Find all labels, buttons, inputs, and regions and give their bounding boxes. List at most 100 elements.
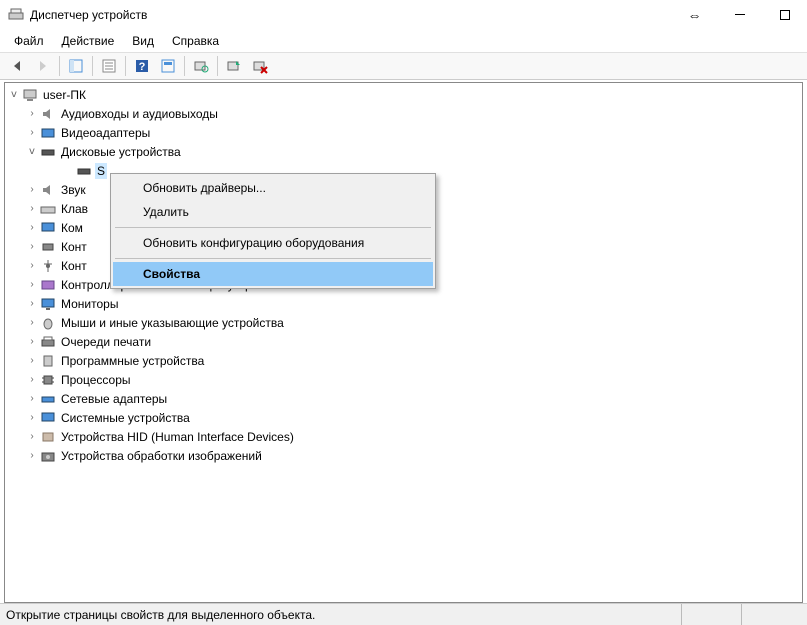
menu-view[interactable]: Вид bbox=[124, 31, 162, 51]
tree-item-software[interactable]: › Программные устройства bbox=[5, 351, 802, 370]
tree-item-hid[interactable]: › Устройства HID (Human Interface Device… bbox=[5, 427, 802, 446]
expander-icon[interactable]: › bbox=[25, 431, 39, 442]
tree-item-label: Видеоадаптеры bbox=[59, 125, 152, 141]
expander-icon[interactable]: › bbox=[25, 222, 39, 233]
expander-icon[interactable]: › bbox=[25, 393, 39, 404]
menu-action[interactable]: Действие bbox=[54, 31, 123, 51]
tree-item-network[interactable]: › Сетевые адаптеры bbox=[5, 389, 802, 408]
ctx-item-label: Удалить bbox=[143, 205, 189, 219]
printer-icon bbox=[40, 334, 56, 350]
tree-item-imaging[interactable]: › Устройства обработки изображений bbox=[5, 446, 802, 465]
display-adapter-icon bbox=[40, 125, 56, 141]
ctx-item-label: Обновить драйверы... bbox=[143, 181, 266, 195]
tree-item-monitor[interactable]: › Мониторы bbox=[5, 294, 802, 313]
tree-item-mouse[interactable]: › Мыши и иные указывающие устройства bbox=[5, 313, 802, 332]
software-device-icon bbox=[40, 353, 56, 369]
uninstall-button[interactable] bbox=[248, 54, 272, 78]
expander-icon[interactable]: › bbox=[25, 450, 39, 461]
ctx-separator bbox=[115, 227, 431, 228]
expander-icon[interactable]: › bbox=[25, 108, 39, 119]
tree-item-label: Аудиовходы и аудиовыходы bbox=[59, 106, 220, 122]
disk-drive-icon bbox=[76, 163, 92, 179]
expander-icon[interactable]: › bbox=[25, 298, 39, 309]
audio-icon bbox=[40, 106, 56, 122]
scan-hardware-button[interactable] bbox=[189, 54, 213, 78]
tree-item-label: Процессоры bbox=[59, 372, 133, 388]
monitor-icon bbox=[40, 296, 56, 312]
expander-icon[interactable]: › bbox=[25, 412, 39, 423]
tree-item-label: Дисковые устройства bbox=[59, 144, 183, 160]
tree-item-disk[interactable]: ⅴ Дисковые устройства bbox=[5, 142, 802, 161]
expander-icon[interactable]: › bbox=[25, 374, 39, 385]
tree-item-label: Конт bbox=[59, 258, 89, 274]
toolbar-button[interactable] bbox=[156, 54, 180, 78]
toolbar-separator bbox=[59, 56, 60, 76]
ctx-properties[interactable]: Свойства bbox=[113, 262, 433, 286]
ctx-update-driver[interactable]: Обновить драйверы... bbox=[113, 176, 433, 200]
expander-icon[interactable]: › bbox=[25, 317, 39, 328]
disk-icon bbox=[40, 144, 56, 160]
tree-item-label: Системные устройства bbox=[59, 410, 192, 426]
ctx-delete[interactable]: Удалить bbox=[113, 200, 433, 224]
forward-button[interactable] bbox=[31, 54, 55, 78]
titlebar: Диспетчер устройств ⇔ bbox=[0, 0, 807, 30]
tree-item-label: Мониторы bbox=[59, 296, 120, 312]
tree-item-label: Устройства обработки изображений bbox=[59, 448, 264, 464]
expander-icon[interactable]: › bbox=[25, 355, 39, 366]
tree-item-label: Клав bbox=[59, 201, 90, 217]
controller-icon bbox=[40, 239, 56, 255]
tree-item-label: S bbox=[95, 163, 107, 179]
ctx-scan-hardware[interactable]: Обновить конфигурацию оборудования bbox=[113, 231, 433, 255]
device-manager-icon bbox=[8, 7, 24, 23]
system-device-icon bbox=[40, 410, 56, 426]
tree-item-video[interactable]: › Видеоадаптеры bbox=[5, 123, 802, 142]
properties-button[interactable] bbox=[97, 54, 121, 78]
ctx-item-label: Свойства bbox=[143, 267, 200, 281]
expander-icon[interactable]: ⅴ bbox=[7, 89, 21, 100]
network-icon bbox=[40, 391, 56, 407]
mouse-icon bbox=[40, 315, 56, 331]
tree-item-label: Звук bbox=[59, 182, 88, 198]
expander-icon[interactable]: › bbox=[25, 260, 39, 271]
update-driver-button[interactable] bbox=[222, 54, 246, 78]
keyboard-icon bbox=[40, 201, 56, 217]
menu-help[interactable]: Справка bbox=[164, 31, 227, 51]
tree-item-label: Ком bbox=[59, 220, 85, 236]
toolbar-separator bbox=[92, 56, 93, 76]
tree-item-cpu[interactable]: › Процессоры bbox=[5, 370, 802, 389]
toolbar-separator bbox=[125, 56, 126, 76]
window-title: Диспетчер устройств bbox=[30, 8, 672, 22]
back-button[interactable] bbox=[5, 54, 29, 78]
tree-item-print[interactable]: › Очереди печати bbox=[5, 332, 802, 351]
hid-icon bbox=[40, 429, 56, 445]
tree-item-label: Конт bbox=[59, 239, 89, 255]
ctx-item-label: Обновить конфигурацию оборудования bbox=[143, 236, 364, 250]
help-button[interactable]: ? bbox=[130, 54, 154, 78]
maximize-button[interactable] bbox=[762, 0, 807, 30]
tree-root[interactable]: ⅴ user-ПК bbox=[5, 85, 802, 104]
statusbar: Открытие страницы свойств для выделенног… bbox=[0, 603, 807, 625]
tree-item-system[interactable]: › Системные устройства bbox=[5, 408, 802, 427]
expander-icon[interactable]: › bbox=[25, 241, 39, 252]
status-text: Открытие страницы свойств для выделенног… bbox=[6, 608, 681, 622]
expander-icon[interactable]: › bbox=[25, 127, 39, 138]
storage-controller-icon bbox=[40, 277, 56, 293]
show-hide-tree-button[interactable] bbox=[64, 54, 88, 78]
expander-icon[interactable]: › bbox=[25, 279, 39, 290]
expander-icon[interactable]: ⅴ bbox=[25, 146, 39, 157]
tree-item-label: Мыши и иные указывающие устройства bbox=[59, 315, 286, 331]
device-tree[interactable]: ⅴ user-ПК › Аудиовходы и аудиовыходы › В… bbox=[4, 82, 803, 603]
tree-item-label: user-ПК bbox=[41, 87, 88, 103]
processor-icon bbox=[40, 372, 56, 388]
computer-icon bbox=[22, 87, 38, 103]
minimize-button[interactable] bbox=[717, 0, 762, 30]
expander-icon[interactable]: › bbox=[25, 203, 39, 214]
expander-icon[interactable]: › bbox=[25, 184, 39, 195]
ctx-separator bbox=[115, 258, 431, 259]
tree-item-audio[interactable]: › Аудиовходы и аудиовыходы bbox=[5, 104, 802, 123]
expander-icon[interactable]: › bbox=[25, 336, 39, 347]
tree-item-label: Сетевые адаптеры bbox=[59, 391, 169, 407]
sound-icon bbox=[40, 182, 56, 198]
titlebar-extra-button[interactable]: ⇔ bbox=[672, 0, 717, 30]
menu-file[interactable]: Файл bbox=[6, 31, 52, 51]
